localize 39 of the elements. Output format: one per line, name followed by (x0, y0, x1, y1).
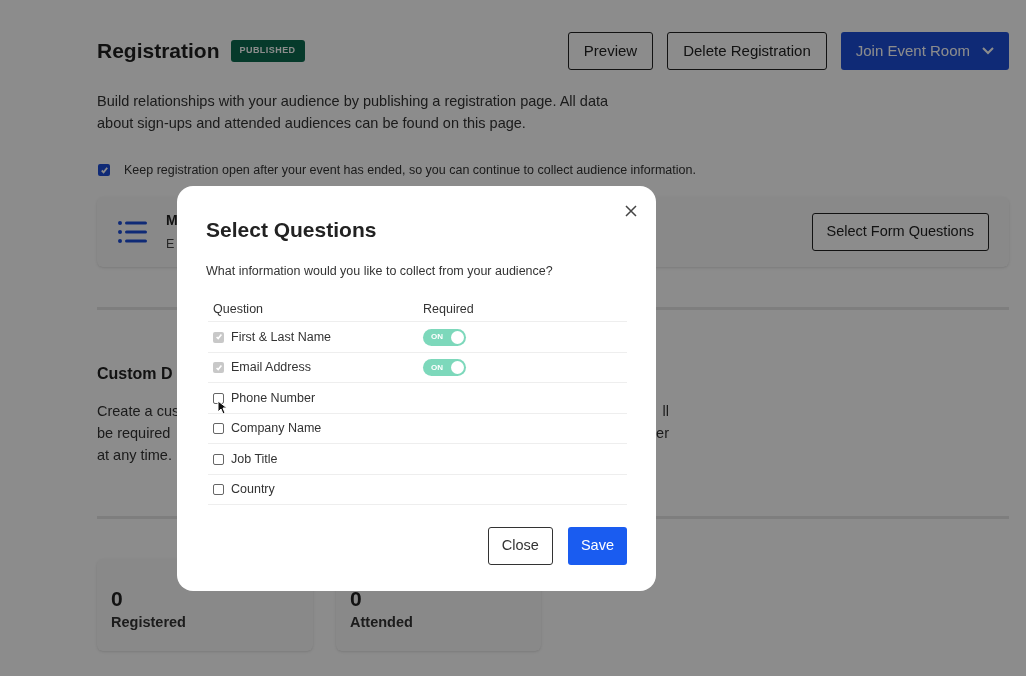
select-form-questions-button[interactable]: Select Form Questions (811, 212, 989, 251)
stat-label: Attended (350, 612, 414, 632)
stat-value: 0 (350, 585, 363, 611)
paragraph-text: be required (97, 423, 171, 443)
checkbox[interactable] (213, 453, 224, 465)
header-button[interactable]: Join Event Room (840, 32, 1009, 70)
header-button[interactable]: Delete Registration (667, 32, 827, 70)
stat-label: Registered (111, 612, 187, 632)
stat-value: 0 (111, 585, 124, 611)
paragraph-text: at any time. (97, 445, 172, 465)
checkbox-label: Keep registration open after your event has ended, so you can continue to collect audience information. (124, 162, 696, 179)
close-icon[interactable] (624, 204, 638, 218)
question-label: Country (231, 481, 275, 499)
intro-text: Build relationships with your audience by publishing a registration page. All data about sign-ups and attended audiences can be found on this page. (97, 92, 610, 133)
dialog-title: Select Questions (206, 217, 378, 243)
cursor-icon (217, 400, 227, 415)
paragraph-text: ll (662, 401, 669, 421)
checkbox[interactable] (98, 164, 110, 177)
checkbox[interactable] (213, 484, 224, 495)
column-header: Required (422, 301, 474, 319)
card-subtitle: E (166, 235, 176, 253)
page-title: Registration (97, 38, 220, 65)
status-badge: PUBLISHED (230, 40, 305, 62)
question-label: First & Last Name (231, 328, 332, 346)
question-label: Company Name (231, 420, 322, 438)
dialog-button[interactable]: Save (567, 527, 627, 566)
column-header: Question (212, 301, 265, 319)
list-icon (118, 219, 147, 244)
chevron-down-icon (982, 47, 994, 55)
checkbox[interactable] (213, 423, 224, 434)
question-label: Phone Number (231, 389, 316, 407)
card-title: M (166, 210, 178, 230)
dialog-button[interactable]: Close (487, 527, 553, 566)
paragraph-text: er (656, 423, 669, 443)
question-label: Email Address (231, 359, 311, 377)
question-label: Job Title (231, 450, 278, 468)
section-heading: Custom D (97, 363, 173, 384)
header-button[interactable]: Preview (567, 32, 654, 70)
dialog-subtitle: What information would you like to collect from your audience? (206, 262, 554, 280)
